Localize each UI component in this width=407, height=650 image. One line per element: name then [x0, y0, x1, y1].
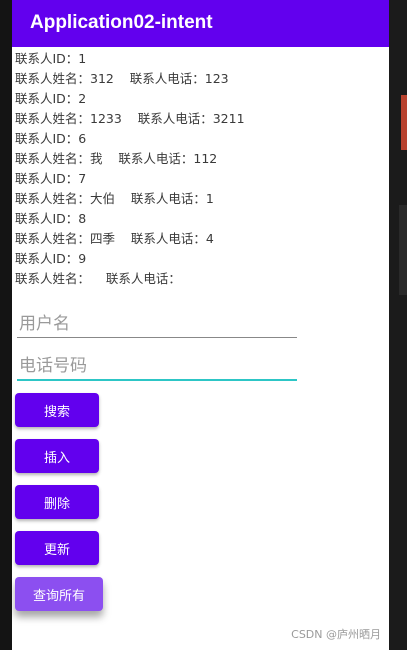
contact-info-line: 联系人姓名：大伯 联系人电话：1 [15, 191, 214, 206]
contact-id-line: 联系人ID：6 [15, 131, 87, 146]
insert-button[interactable]: 插入 [15, 439, 99, 473]
update-button[interactable]: 更新 [15, 531, 99, 565]
contact-info-line: 联系人姓名： 联系人电话： [15, 271, 181, 286]
contact-info-line: 联系人姓名：1233 联系人电话：3211 [15, 111, 245, 126]
contact-id-line: 联系人ID：8 [15, 211, 87, 226]
app-screen: Application02-intent 联系人ID：1 联系人姓名：312 联… [12, 0, 389, 650]
contact-id-line: 联系人ID：1 [15, 51, 87, 66]
side-accent [401, 95, 407, 150]
username-field [17, 311, 299, 338]
phone-underline [17, 379, 297, 381]
app-bar: Application02-intent [12, 0, 389, 47]
query-all-button[interactable]: 查询所有 [15, 577, 103, 611]
phone-input[interactable] [17, 353, 299, 379]
username-underline [17, 337, 297, 338]
contact-info-line: 联系人姓名：四季 联系人电话：4 [15, 231, 214, 246]
device-bezel-left [0, 0, 12, 650]
contact-id-line: 联系人ID：9 [15, 251, 87, 266]
delete-button[interactable]: 删除 [15, 485, 99, 519]
watermark: CSDN @庐州晒月 [291, 628, 381, 641]
contact-id-line: 联系人ID：7 [15, 171, 87, 186]
contact-info-line: 联系人姓名：312 联系人电话：123 [15, 71, 229, 86]
contact-info-line: 联系人姓名：我 联系人电话：112 [15, 151, 218, 166]
phone-field [17, 353, 299, 381]
app-title: Application02-intent [30, 12, 213, 33]
username-input[interactable] [17, 311, 299, 337]
search-button[interactable]: 搜索 [15, 393, 99, 427]
contact-list: 联系人ID：1 联系人姓名：312 联系人电话：123 联系人ID：2 联系人姓… [15, 49, 245, 289]
side-accent-dark [399, 205, 407, 295]
contact-id-line: 联系人ID：2 [15, 91, 87, 106]
